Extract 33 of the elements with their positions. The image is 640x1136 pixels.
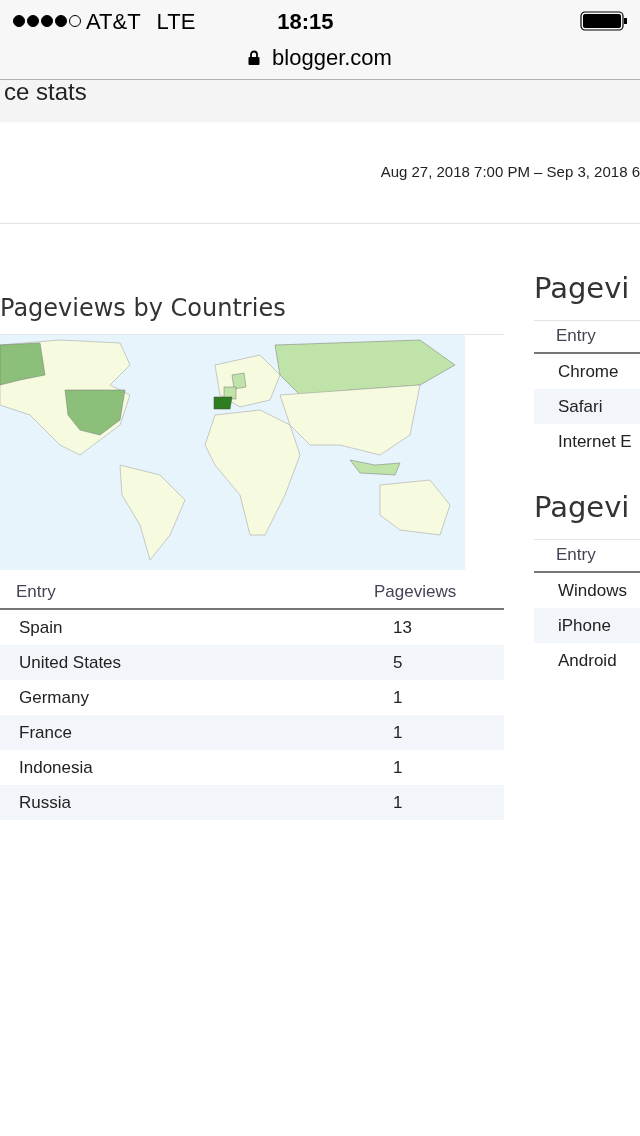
network-label: LTE [156, 7, 196, 36]
signal-icon [12, 14, 82, 28]
lock-icon [248, 49, 261, 65]
url-text[interactable]: blogger.com [272, 40, 392, 74]
column-header[interactable]: Entry [534, 322, 596, 348]
column-header[interactable]: Pageviews [374, 578, 457, 604]
entry-cell-text: Chrome [557, 360, 619, 383]
entry-cell-text: iPhone [557, 614, 611, 637]
pageviews-cell-text: 1 [392, 791, 403, 814]
country-cell-text: United States [18, 651, 123, 674]
pageviews-cell-text: 1 [392, 721, 403, 744]
entry-cell-text: Windows [557, 579, 627, 602]
country-cell-text: France [18, 721, 73, 744]
country-cell-text: Spain [18, 616, 64, 639]
pageviews-cell-text: 13 [392, 616, 412, 639]
entry-cell-text: Internet E [557, 430, 632, 453]
date-range: Aug 27, 2018 7:00 PM – Sep 3, 2018 6 [380, 162, 640, 183]
country-cell-text: Indonesia [18, 756, 94, 779]
panel-heading: Pagevi [534, 489, 631, 526]
page-title: ce stats [3, 80, 87, 104]
pageviews-cell-text: 5 [392, 651, 403, 674]
entry-cell-text: Android [557, 649, 617, 672]
country-cell-text: Russia [18, 791, 72, 814]
pageviews-cell-text: 1 [392, 756, 403, 779]
column-header[interactable]: Entry [0, 578, 374, 604]
entry-cell-text: Safari [557, 395, 603, 418]
carrier-label: AT&T [86, 7, 141, 36]
clock-time: 18:15 [277, 7, 334, 36]
panel-heading: Pagevi [534, 270, 631, 307]
country-cell-text: Germany [18, 686, 90, 709]
pageviews-cell-text: 1 [392, 686, 403, 709]
column-header[interactable]: Entry [534, 541, 596, 567]
battery-icon [580, 11, 628, 31]
